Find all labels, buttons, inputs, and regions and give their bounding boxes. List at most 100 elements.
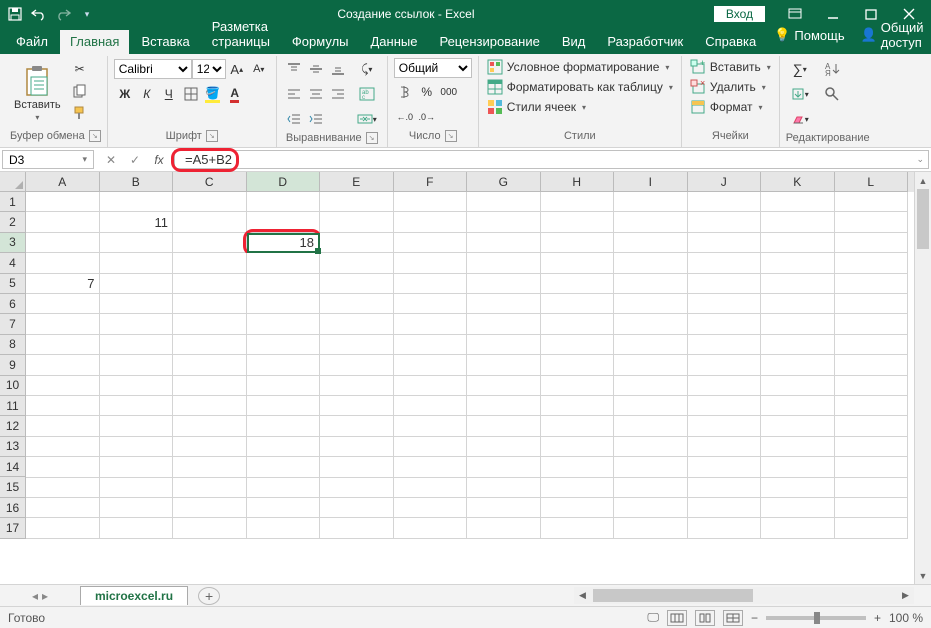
cell-F4[interactable]: [394, 253, 468, 273]
row-header-11[interactable]: 11: [0, 396, 26, 416]
paste-button[interactable]: Вставить ▾: [10, 58, 65, 128]
cancel-formula-icon[interactable]: ✕: [100, 150, 122, 170]
cell-L2[interactable]: [835, 212, 909, 232]
cell-H5[interactable]: [541, 274, 615, 294]
cell-D17[interactable]: [247, 518, 321, 538]
fill-icon[interactable]: ▾: [786, 83, 814, 105]
cell-B9[interactable]: [100, 355, 174, 375]
cell-B12[interactable]: [100, 416, 174, 436]
cell-J14[interactable]: [688, 457, 762, 477]
save-icon[interactable]: [4, 3, 26, 25]
tab-data[interactable]: Данные: [361, 30, 428, 54]
cell-F3[interactable]: [394, 233, 468, 253]
clipboard-dialog-launcher[interactable]: ↘: [89, 130, 101, 142]
cell-G6[interactable]: [467, 294, 541, 314]
tab-page-layout[interactable]: Разметка страницы: [202, 15, 280, 54]
alignment-dialog-launcher[interactable]: ↘: [366, 132, 378, 144]
increase-font-icon[interactable]: A▴: [226, 58, 248, 80]
cell-B17[interactable]: [100, 518, 174, 538]
cell-L13[interactable]: [835, 437, 909, 457]
cut-icon[interactable]: ✂: [69, 58, 91, 80]
col-header-F[interactable]: F: [394, 172, 468, 192]
cell-K4[interactable]: [761, 253, 835, 273]
cell-C12[interactable]: [173, 416, 247, 436]
cell-I2[interactable]: [614, 212, 688, 232]
cell-D10[interactable]: [247, 376, 321, 396]
cell-B2[interactable]: 11: [100, 212, 174, 232]
cell-A2[interactable]: [26, 212, 100, 232]
cell-I1[interactable]: [614, 192, 688, 212]
zoom-level[interactable]: 100 %: [889, 611, 923, 625]
cell-C13[interactable]: [173, 437, 247, 457]
cell-E17[interactable]: [320, 518, 394, 538]
cell-H7[interactable]: [541, 314, 615, 334]
cell-G16[interactable]: [467, 498, 541, 518]
cell-J13[interactable]: [688, 437, 762, 457]
number-dialog-launcher[interactable]: ↘: [445, 130, 457, 142]
cell-K3[interactable]: [761, 233, 835, 253]
cell-D14[interactable]: [247, 457, 321, 477]
tab-insert[interactable]: Вставка: [131, 30, 199, 54]
cell-A15[interactable]: [26, 478, 100, 498]
tab-file[interactable]: Файл: [6, 30, 58, 54]
row-header-3[interactable]: 3: [0, 233, 26, 253]
cell-I12[interactable]: [614, 416, 688, 436]
select-all-corner[interactable]: [0, 172, 26, 192]
cell-B13[interactable]: [100, 437, 174, 457]
cell-I15[interactable]: [614, 478, 688, 498]
cell-G13[interactable]: [467, 437, 541, 457]
cell-K6[interactable]: [761, 294, 835, 314]
sheet-tab-active[interactable]: microexcel.ru: [80, 586, 188, 605]
cell-E1[interactable]: [320, 192, 394, 212]
cell-D2[interactable]: [247, 212, 321, 232]
cell-L1[interactable]: [835, 192, 909, 212]
cell-H14[interactable]: [541, 457, 615, 477]
horizontal-scrollbar[interactable]: ◀ ▶: [574, 587, 914, 604]
cell-F12[interactable]: [394, 416, 468, 436]
tab-home[interactable]: Главная: [60, 30, 129, 54]
cell-E2[interactable]: [320, 212, 394, 232]
cell-I5[interactable]: [614, 274, 688, 294]
format-painter-icon[interactable]: [69, 102, 91, 124]
row-header-7[interactable]: 7: [0, 314, 26, 334]
clear-icon[interactable]: ▾: [786, 108, 814, 130]
italic-button[interactable]: К: [136, 83, 158, 105]
row-header-15[interactable]: 15: [0, 477, 26, 497]
cell-I16[interactable]: [614, 498, 688, 518]
cell-E15[interactable]: [320, 478, 394, 498]
signin-button[interactable]: Вход: [714, 6, 765, 22]
cell-A14[interactable]: [26, 457, 100, 477]
cell-C3[interactable]: [173, 233, 247, 253]
cell-E5[interactable]: [320, 274, 394, 294]
sheet-next-icon[interactable]: ▸: [42, 589, 48, 603]
cell-C8[interactable]: [173, 335, 247, 355]
col-header-D[interactable]: D: [247, 172, 321, 192]
cell-C4[interactable]: [173, 253, 247, 273]
scroll-right-icon[interactable]: ▶: [897, 590, 914, 601]
cell-F9[interactable]: [394, 355, 468, 375]
cell-A8[interactable]: [26, 335, 100, 355]
align-bottom-icon[interactable]: [327, 58, 349, 80]
cell-D8[interactable]: [247, 335, 321, 355]
cell-J1[interactable]: [688, 192, 762, 212]
copy-icon[interactable]: [69, 80, 91, 102]
vscroll-thumb[interactable]: [917, 189, 929, 249]
cell-J17[interactable]: [688, 518, 762, 538]
increase-indent-icon[interactable]: [305, 108, 327, 130]
format-cells-button[interactable]: Формат▾: [688, 98, 773, 116]
cell-H17[interactable]: [541, 518, 615, 538]
cell-E11[interactable]: [320, 396, 394, 416]
col-header-I[interactable]: I: [614, 172, 688, 192]
row-header-1[interactable]: 1: [0, 192, 26, 212]
cell-I14[interactable]: [614, 457, 688, 477]
cell-J10[interactable]: [688, 376, 762, 396]
cell-G1[interactable]: [467, 192, 541, 212]
cell-H4[interactable]: [541, 253, 615, 273]
redo-icon[interactable]: [52, 3, 74, 25]
cell-A4[interactable]: [26, 253, 100, 273]
cell-F17[interactable]: [394, 518, 468, 538]
cell-K2[interactable]: [761, 212, 835, 232]
cell-E7[interactable]: [320, 314, 394, 334]
font-size-select[interactable]: 12: [192, 59, 226, 79]
cell-E8[interactable]: [320, 335, 394, 355]
